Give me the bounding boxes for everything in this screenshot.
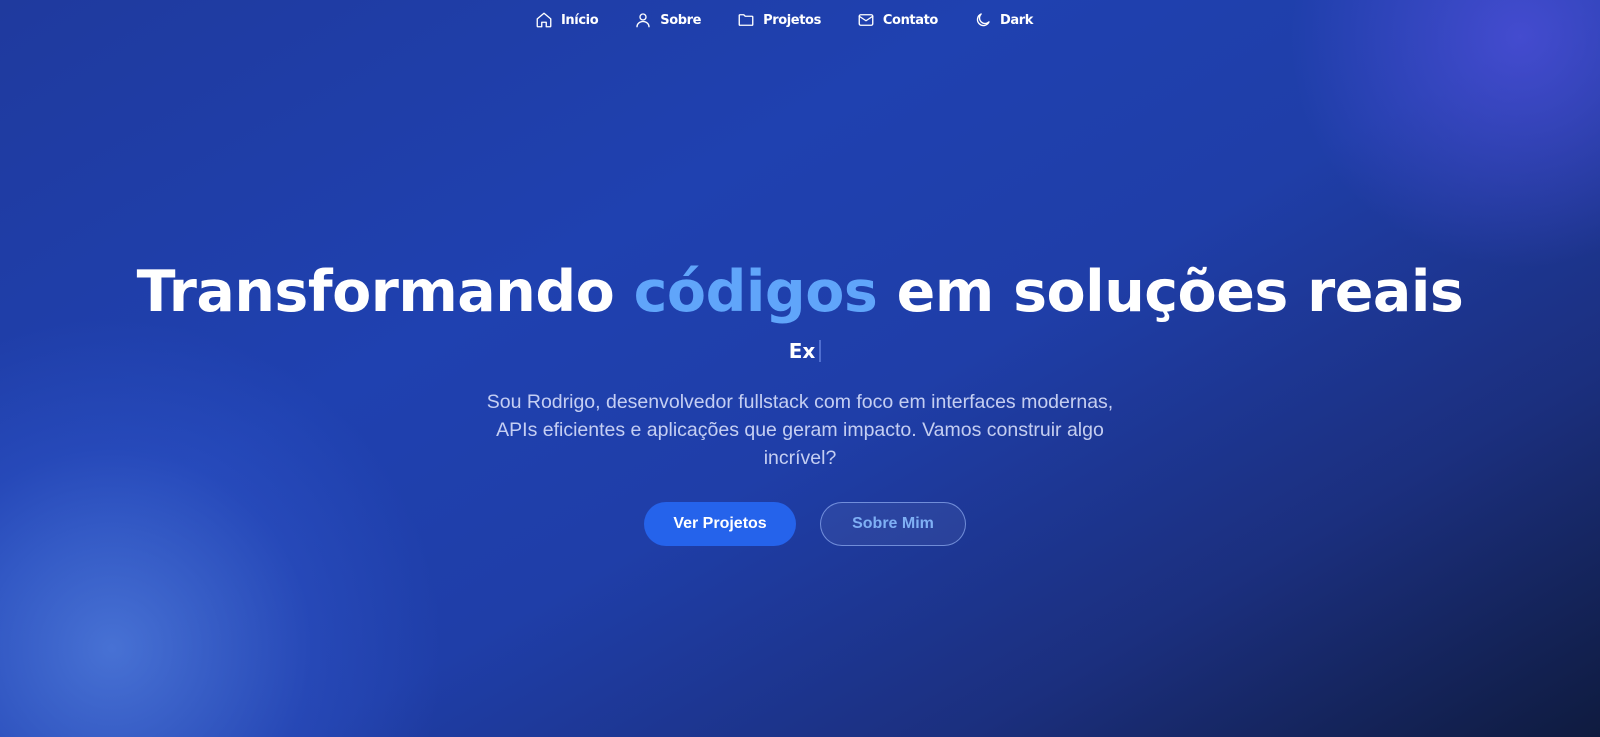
nav-item-inicio[interactable]: Início [517,7,616,33]
hero-title-part1: Transformando [136,259,634,325]
home-icon [535,11,553,29]
nav-item-label: Início [561,12,599,28]
nav-items: Início Sobre Projetos Contato Dark [517,7,1051,33]
nav-item-projetos[interactable]: Projetos [719,7,839,33]
view-projects-button[interactable]: Ver Projetos [644,502,796,547]
theme-toggle-label: Dark [999,12,1033,28]
hero-section: Transformando códigos em soluções reais … [0,258,1600,547]
nav-item-label: Sobre [660,12,702,28]
hero-actions: Ver Projetos Sobre Mim [0,502,1600,547]
nav-item-label: Contato [882,12,938,28]
hero-title-part2: em soluções reais [877,259,1464,325]
about-me-button[interactable]: Sobre Mim [820,502,966,547]
hero-title: Transformando códigos em soluções reais [0,258,1600,326]
moon-icon [974,11,992,29]
folder-icon [737,11,755,29]
nav-item-contato[interactable]: Contato [839,7,956,33]
nav-item-sobre[interactable]: Sobre [616,7,719,33]
theme-toggle[interactable]: Dark [956,7,1051,33]
typing-cursor [819,340,822,363]
hero-description: Sou Rodrigo, desenvolvedor fullstack com… [486,391,1114,470]
mail-icon [857,11,875,29]
nav-item-label: Projetos [763,12,821,28]
user-icon [634,11,652,29]
hero-title-accent: códigos [633,259,878,325]
typing-text: Ex [788,339,816,364]
typing-text-container: Ex [10,336,1600,366]
top-navigation: Início Sobre Projetos Contato Dark [0,0,1600,40]
